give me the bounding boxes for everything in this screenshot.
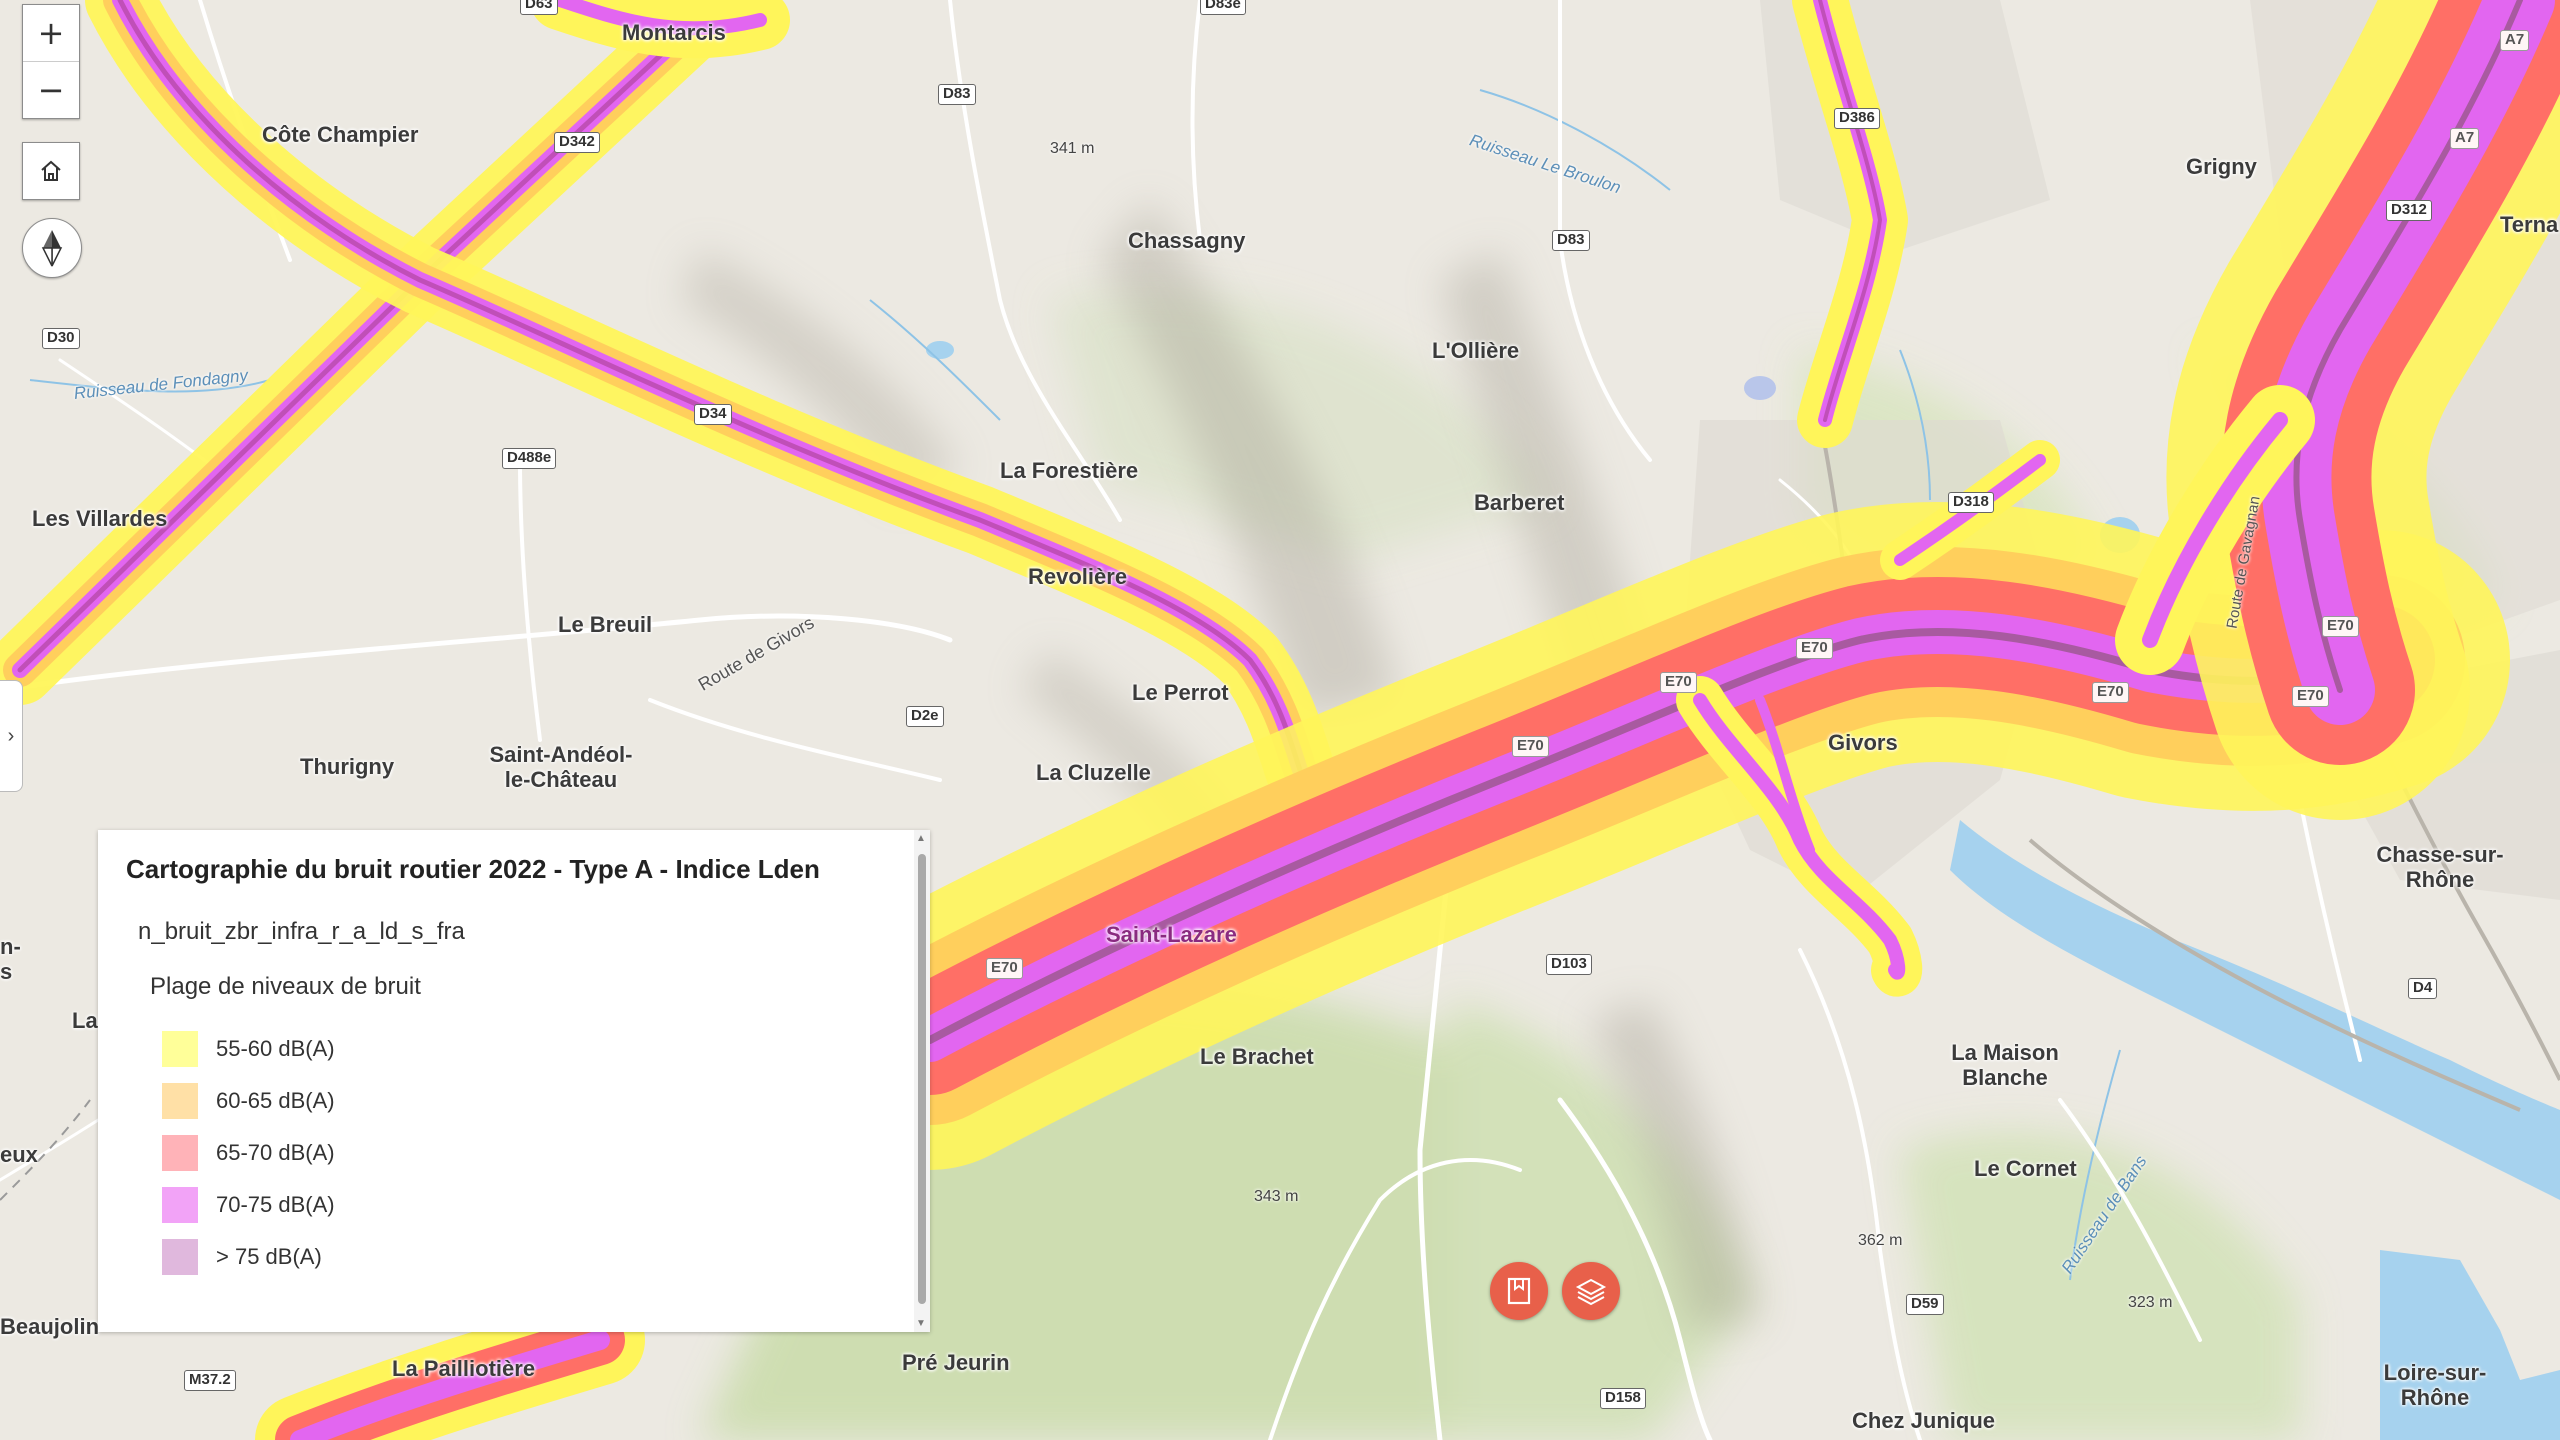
shield-e70-c: E70 [1512,736,1549,757]
side-panel-toggle[interactable]: › [0,680,23,792]
place-chassagny: Chassagny [1128,228,1246,253]
legend-subtitle: Plage de niveaux de bruit [150,973,421,1000]
bookmark-icon [1507,1277,1531,1305]
shield-d488e: D488e [502,448,557,469]
legend-label: 55-60 dB(A) [216,1036,335,1061]
place-beaujolin: Beaujolin [0,1314,100,1339]
place-la-forestiere: La Forestière [1000,458,1139,483]
place-givors: Givors [1828,730,1898,755]
legend-item: > 75 dB(A) [162,1231,335,1283]
place-le-perrot: Le Perrot [1132,680,1229,705]
shield-e70-f: E70 [2322,616,2359,637]
layers-button[interactable] [1562,1262,1620,1320]
shield-d83-b: D83 [1552,230,1590,251]
shield-e70-d: E70 [2092,682,2129,703]
legend-item: 55-60 dB(A) [162,1023,335,1075]
place-partial-la: La [72,1008,98,1033]
place-la-maison-blanche: La Maison Blanche [1951,1040,2059,1091]
place-pre-jeurin: Pré Jeurin [902,1350,1010,1375]
shield-d30: D30 [42,328,80,349]
place-le-brachet: Le Brachet [1200,1044,1314,1069]
zoom-in-button[interactable]: + [23,5,79,61]
place-barberet: Barberet [1474,490,1565,515]
place-terna: Terna [2500,212,2559,237]
shield-e70-g: E70 [986,958,1023,979]
legend-scrollbar[interactable]: ▲ ▼ [914,830,930,1332]
legend-item: 65-70 dB(A) [162,1127,335,1179]
shield-d63: D63 [520,0,558,15]
compass-button[interactable] [22,218,82,278]
elevation-341: 341 m [1050,140,1095,157]
legend-label: 60-65 dB(A) [216,1088,335,1113]
legend-swatch-55-60 [162,1031,198,1067]
shield-e70-e: E70 [2292,686,2329,707]
elevation-343: 343 m [1254,1188,1299,1205]
bookmark-button[interactable] [1490,1262,1548,1320]
shield-d158: D158 [1600,1388,1646,1409]
shield-d312: D312 [2386,200,2432,221]
shield-a7: A7 [2450,128,2480,149]
shield-m372: M37.2 [184,1370,236,1391]
place-partial-n-s: n- s [0,934,21,985]
place-la-cluzelle: La Cluzelle [1036,760,1151,785]
layers-icon [1575,1278,1607,1306]
legend-swatch-75-plus [162,1239,198,1275]
shield-e70-a: E70 [1796,638,1833,659]
scrollbar-thumb[interactable] [918,854,926,1304]
shield-d83e: D83e [1200,0,1246,15]
shield-d103: D103 [1546,954,1592,975]
place-saint-lazare: Saint-Lazare [1106,922,1237,947]
shield-d318: D318 [1948,492,1994,513]
shield-d83: D83 [938,84,976,105]
home-button[interactable] [23,143,79,199]
place-loire-sur-rhone: Loire-sur- Rhône [2383,1360,2487,1411]
shield-e70-b: E70 [1660,672,1697,693]
legend-swatch-65-70 [162,1135,198,1171]
place-le-cornet: Le Cornet [1974,1156,2077,1181]
legend-item: 70-75 dB(A) [162,1179,335,1231]
shield-d2e: D2e [906,706,944,727]
place-cote-champier: Côte Champier [262,122,419,147]
legend-label: 70-75 dB(A) [216,1192,335,1217]
place-montarcis: Montarcis [622,20,726,45]
place-chasse-sur-rhone: Chasse-sur- Rhône [2376,842,2504,893]
compass-icon [41,230,63,267]
place-chez-junique: Chez Junique [1852,1408,1996,1433]
shield-a7-top: A7 [2500,30,2530,51]
place-les-villardes: Les Villardes [32,506,168,531]
place-lolliere: L'Ollière [1432,338,1520,363]
place-partial-eux: eux [0,1142,38,1167]
legend-label: 65-70 dB(A) [216,1140,335,1165]
home-icon [41,160,61,181]
legend-item: 60-65 dB(A) [162,1075,335,1127]
scroll-down-icon[interactable]: ▼ [916,1318,926,1329]
elevation-323: 323 m [2128,1294,2173,1311]
place-thurigny: Thurigny [300,754,395,779]
place-le-breuil: Le Breuil [558,612,653,637]
legend-list: 55-60 dB(A) 60-65 dB(A) 65-70 dB(A) 70-7… [162,1023,335,1283]
shield-d386: D386 [1834,108,1880,129]
legend-panel: Cartographie du bruit routier 2022 - Typ… [98,830,930,1332]
legend-title: Cartographie du bruit routier 2022 - Typ… [126,854,820,884]
elevation-362: 362 m [1858,1232,1903,1249]
legend-swatch-70-75 [162,1187,198,1223]
scroll-up-icon[interactable]: ▲ [916,833,926,844]
legend-label: > 75 dB(A) [216,1244,322,1269]
place-grigny: Grigny [2186,154,2257,179]
place-la-pailliotiere: La Pailliotière [392,1356,536,1381]
zoom-control: + − [22,4,80,119]
legend-layer-name: n_bruit_zbr_infra_r_a_ld_s_fra [138,918,465,945]
shield-d342: D342 [554,132,600,153]
shield-d4: D4 [2408,978,2438,999]
legend-swatch-60-65 [162,1083,198,1119]
shield-d59: D59 [1906,1294,1944,1315]
home-control [22,142,80,200]
zoom-out-button[interactable]: − [23,61,79,118]
shield-d34: D34 [694,404,732,425]
place-revoliere: Revolière [1028,564,1128,589]
place-saint-andeol: Saint-Andéol- le-Château [489,742,633,793]
